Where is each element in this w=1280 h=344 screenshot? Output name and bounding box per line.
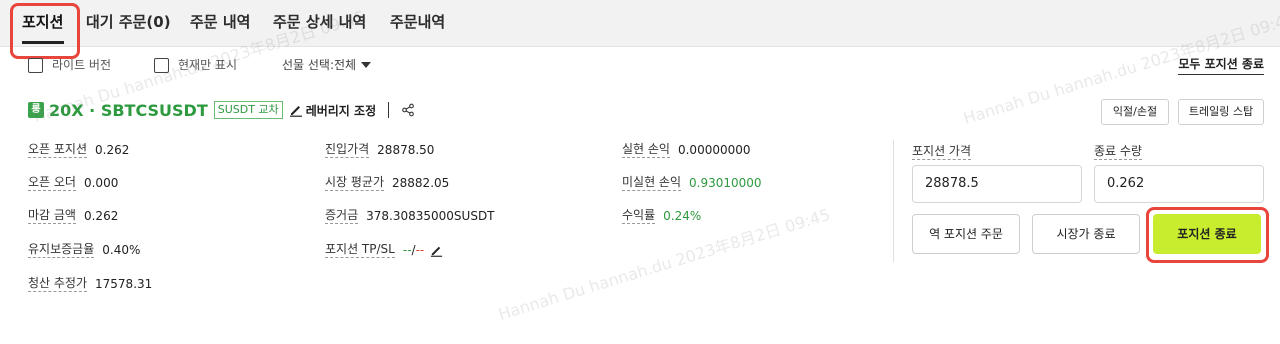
mark-price-value: 28882.05 bbox=[392, 176, 450, 190]
open-order-value: 0.000 bbox=[83, 176, 119, 190]
position-header: 롱 20X · SBTCSUSDT SUSDT 교차 레버리지 조정 bbox=[28, 100, 415, 120]
close-amount-info: 마감 금액 0.262 bbox=[28, 208, 118, 224]
close-price-input[interactable]: 28878.5 bbox=[912, 165, 1082, 203]
margin-value: 378.30835000SUSDT bbox=[366, 209, 495, 223]
leverage-adjust-link[interactable]: 레버리지 조정 bbox=[306, 102, 376, 119]
pencil-icon[interactable] bbox=[289, 103, 303, 117]
margin-info: 증거금 378.30835000SUSDT bbox=[325, 208, 495, 224]
position-symbol: 20X · SBTCSUSDT bbox=[49, 100, 208, 120]
entry-price-label: 진입가격 bbox=[325, 142, 370, 158]
roe-info: 수익률 0.24% bbox=[622, 208, 701, 224]
current-only-label: 현재만 표시 bbox=[178, 58, 238, 72]
long-side-badge: 롱 bbox=[28, 102, 44, 118]
open-position-value: 0.262 bbox=[95, 143, 130, 157]
futures-select-label: 선물 선택:전체 bbox=[282, 58, 357, 72]
current-only-checkbox[interactable] bbox=[154, 58, 169, 73]
tp-value: -- bbox=[402, 243, 412, 257]
tab-order-detail-history[interactable]: 주문 상세 내역 bbox=[273, 12, 366, 32]
tab-order-history-2[interactable]: 주문내역 bbox=[390, 12, 445, 32]
unrealized-pnl-value: 0.93010000 bbox=[689, 176, 762, 190]
open-position-info: 오픈 포지션 0.262 bbox=[28, 142, 129, 158]
trailing-stop-button[interactable]: 트레일링 스탑 bbox=[1178, 99, 1264, 125]
open-order-info: 오픈 오더 0.000 bbox=[28, 175, 118, 191]
liquidation-price-info: 청산 추정가 17578.31 bbox=[28, 276, 152, 292]
close-position-button[interactable]: 포지션 종료 bbox=[1153, 214, 1261, 254]
unrealized-pnl-info: 미실현 손익 0.93010000 bbox=[622, 175, 762, 191]
tab-positions[interactable]: 포지션 bbox=[22, 12, 63, 32]
sl-value: -- bbox=[415, 243, 425, 257]
close-all-positions-link[interactable]: 모두 포지션 종료 bbox=[1178, 55, 1264, 75]
close-qty-input[interactable]: 0.262 bbox=[1094, 165, 1264, 203]
realized-pnl-label: 실현 손익 bbox=[622, 142, 670, 158]
close-amount-label: 마감 금액 bbox=[28, 208, 76, 224]
realized-pnl-value: 0.00000000 bbox=[677, 143, 751, 157]
mark-price-label: 시장 평균가 bbox=[325, 175, 385, 191]
caret-down-icon bbox=[361, 62, 372, 68]
share-icon[interactable] bbox=[401, 103, 415, 117]
tp-sl-button[interactable]: 익절/손절 bbox=[1101, 99, 1169, 125]
maintenance-rate-info: 유지보증금율 0.40% bbox=[28, 242, 140, 258]
maintenance-rate-value: 0.40% bbox=[102, 243, 141, 257]
maintenance-rate-label: 유지보증금율 bbox=[28, 242, 95, 258]
tpsl-info: 포지션 TP/SL --/-- bbox=[325, 242, 443, 258]
active-tab-underline bbox=[22, 41, 64, 44]
close-price-label: 포지션 가격 bbox=[912, 144, 972, 160]
liquidation-price-value: 17578.31 bbox=[95, 277, 153, 291]
liquidation-price-label: 청산 추정가 bbox=[28, 276, 88, 292]
reverse-position-button[interactable]: 역 포지션 주문 bbox=[912, 214, 1020, 254]
roe-value: 0.24% bbox=[663, 209, 702, 223]
lite-version-label: 라이트 버전 bbox=[52, 58, 112, 72]
open-position-label: 오픈 포지션 bbox=[28, 142, 88, 158]
panel-divider bbox=[893, 140, 894, 262]
tab-open-orders[interactable]: 대기 주문(0) bbox=[86, 12, 171, 32]
mark-price-info: 시장 평균가 28882.05 bbox=[325, 175, 449, 191]
market-close-button[interactable]: 시장가 종료 bbox=[1032, 214, 1140, 254]
position-tabs: 포지션 대기 주문(0) 주문 내역 주문 상세 내역 주문내역 bbox=[0, 0, 1280, 47]
margin-label: 증거금 bbox=[325, 208, 359, 224]
close-amount-value: 0.262 bbox=[83, 209, 119, 223]
tpsl-label: 포지션 TP/SL bbox=[325, 242, 395, 258]
close-qty-label: 종료 수량 bbox=[1094, 144, 1142, 160]
entry-price-info: 진입가격 28878.50 bbox=[325, 142, 434, 158]
realized-pnl-info: 실현 손익 0.00000000 bbox=[622, 142, 751, 158]
filter-bar: 라이트 버전 현재만 표시 선물 선택:전체 모두 포지션 종료 bbox=[0, 46, 1280, 86]
tab-order-history[interactable]: 주문 내역 bbox=[190, 12, 250, 32]
tpsl-value: --/-- bbox=[402, 243, 425, 257]
margin-mode-tag: SUSDT 교차 bbox=[213, 101, 283, 119]
roe-label: 수익률 bbox=[622, 208, 656, 224]
futures-select-dropdown[interactable]: 선물 선택:전체 bbox=[282, 56, 372, 73]
entry-price-value: 28878.50 bbox=[377, 143, 435, 157]
lite-version-checkbox[interactable] bbox=[28, 58, 43, 73]
edit-tpsl-pencil-icon[interactable] bbox=[430, 244, 443, 257]
open-order-label: 오픈 오더 bbox=[28, 175, 76, 191]
unrealized-pnl-label: 미실현 손익 bbox=[622, 175, 682, 191]
header-divider bbox=[388, 102, 390, 118]
